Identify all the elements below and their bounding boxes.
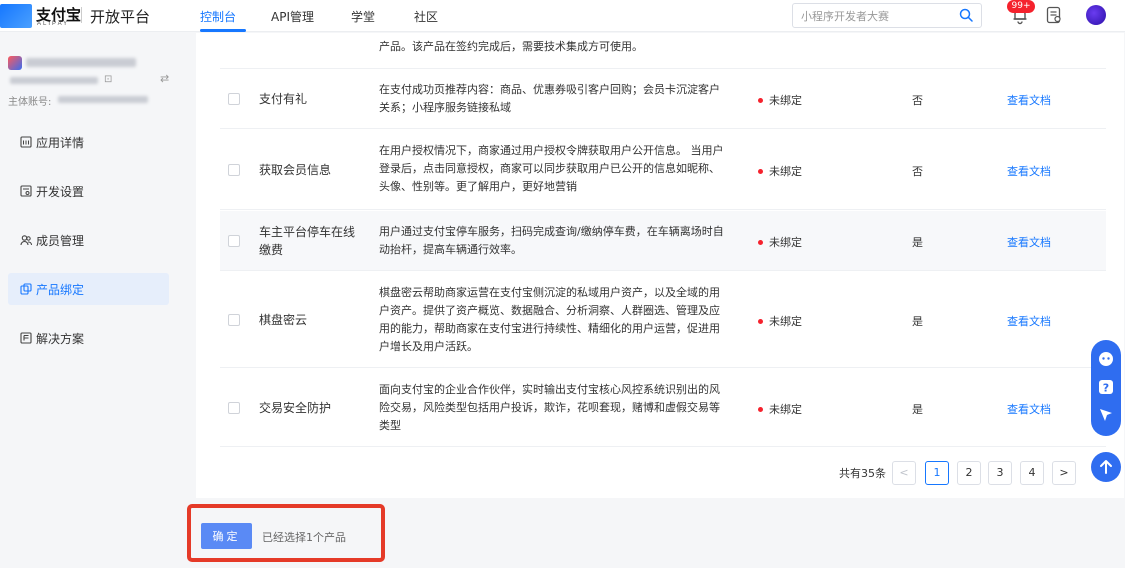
view-docs-link[interactable]: 查看文档 — [1007, 313, 1051, 329]
pagination-prev-button[interactable]: < — [892, 461, 916, 485]
feedback-icon[interactable] — [1097, 406, 1115, 424]
table-row: 获取会员信息 在用户授权情况下，商家通过用户授权令牌获取用户公开信息。 当用户登… — [220, 130, 1106, 210]
product-name: 支付有礼 — [259, 92, 308, 106]
top-bar: 支付宝 ALIPAY 开放平台 控制台 API管理 学堂 社区 99+ — [0, 0, 1125, 32]
row-checkbox[interactable] — [228, 314, 240, 326]
tab-academy[interactable]: 学堂 — [351, 8, 375, 25]
product-name: 车主平台停车在线 缴费 — [259, 225, 356, 257]
search-box[interactable] — [792, 3, 982, 28]
tab-console[interactable]: 控制台 — [200, 8, 236, 25]
svg-text:?: ? — [1103, 382, 1109, 395]
floating-help-bar: ? — [1091, 340, 1121, 436]
product-name: 交易安全防护 — [259, 401, 332, 415]
document-icon[interactable] — [1046, 6, 1062, 24]
back-to-top-button[interactable] — [1091, 452, 1121, 482]
bind-status: 未绑定 — [758, 234, 802, 250]
table-row: 车主平台停车在线 缴费 用户通过支付宝停车服务，扫码完成查询/缴纳停车费，在车辆离… — [220, 211, 1106, 271]
product-description: 用户通过支付宝停车服务，扫码完成查询/缴纳停车费，在车辆离场时自 动抬杆，提高车辆… — [379, 225, 724, 256]
product-description: 在支付成功页推荐内容：商品、优惠券吸引客户回购；会员卡沉淀客户 关系；小程序服务链… — [379, 83, 720, 114]
row-checkbox[interactable] — [228, 402, 240, 414]
brand-divider — [81, 7, 82, 23]
row-checkbox[interactable] — [228, 164, 240, 176]
app-name-redacted — [26, 58, 136, 67]
sidebar-item-product-bind[interactable]: 产品绑定 — [8, 273, 169, 305]
product-flag: 否 — [912, 165, 923, 178]
sidebar-item-solution[interactable]: 解决方案 — [8, 322, 169, 354]
sidebar-item-app-detail[interactable]: 应用详情 — [8, 126, 169, 158]
bind-status: 未绑定 — [758, 313, 802, 329]
product-bind-icon — [20, 283, 32, 295]
app-detail-icon — [20, 136, 32, 148]
product-description: 面向支付宝的企业合作伙伴，实时输出支付宝核心风控系统识别出的风 险交易，风险类型包… — [379, 383, 720, 432]
brand-subtitle: ALIPAY — [37, 21, 70, 27]
table-row: 棋盘密云 棋盘密云帮助商家运营在支付宝侧沉淀的私域用户资产，以及全域的用 户资产。… — [220, 272, 1106, 368]
status-dot-icon — [758, 97, 763, 103]
alipay-logo-icon[interactable] — [0, 4, 32, 28]
arrow-up-icon — [1100, 460, 1112, 474]
product-flag: 是 — [912, 403, 923, 416]
platform-title: 开放平台 — [90, 8, 151, 26]
search-input[interactable] — [801, 7, 951, 25]
account-redacted — [58, 96, 148, 103]
view-docs-link[interactable]: 查看文档 — [1007, 163, 1051, 179]
search-icon[interactable] — [959, 8, 973, 22]
pagination-total: 共有35条 — [839, 467, 886, 480]
help-icon[interactable]: ? — [1097, 378, 1115, 396]
product-name: 棋盘密云 — [259, 313, 308, 327]
product-description: 在用户授权情况下，商家通过用户授权令牌获取用户公开信息。 当用户 登录后，点击同意… — [379, 144, 724, 193]
user-avatar[interactable] — [1086, 5, 1106, 25]
bind-status: 未绑定 — [758, 163, 802, 179]
pagination-page-4[interactable]: 4 — [1020, 461, 1044, 485]
status-dot-icon — [758, 406, 763, 412]
pagination-page-3[interactable]: 3 — [988, 461, 1012, 485]
row-checkbox[interactable] — [228, 93, 240, 105]
status-dot-icon — [758, 168, 763, 174]
sidebar-item-members[interactable]: 成员管理 — [8, 224, 169, 256]
table-row: 支付有礼 在支付成功页推荐内容：商品、优惠券吸引客户回购；会员卡沉淀客户 关系；小… — [220, 69, 1106, 129]
product-flag: 否 — [912, 94, 923, 107]
sidebar-item-label: 开发设置 — [36, 185, 85, 199]
dev-settings-icon — [20, 185, 32, 197]
active-tab-indicator — [200, 29, 246, 32]
members-icon — [20, 235, 32, 246]
tab-api-management[interactable]: API管理 — [271, 8, 314, 25]
solution-icon — [20, 332, 32, 344]
bind-status: 未绑定 — [758, 92, 802, 108]
switch-app-icon[interactable]: ⇄ — [160, 72, 169, 85]
status-dot-icon — [758, 239, 763, 245]
product-description: 棋盘密云帮助商家运营在支付宝侧沉淀的私域用户资产，以及全域的用 户资产。提供了资产… — [379, 286, 720, 353]
bind-status: 未绑定 — [758, 401, 802, 417]
copy-icon[interactable]: ⊡ — [104, 74, 112, 85]
product-name: 获取会员信息 — [259, 163, 332, 177]
view-docs-link[interactable]: 查看文档 — [1007, 234, 1051, 250]
previous-row-description: 产品。该产品在签约完成后，需要技术集成方可使用。 — [379, 40, 643, 53]
table-row: 交易安全防护 面向支付宝的企业合作伙伴，实时输出支付宝核心风控系统识别出的风 险交… — [220, 369, 1106, 447]
row-checkbox[interactable] — [228, 235, 240, 247]
product-flag: 是 — [912, 315, 923, 328]
product-flag: 是 — [912, 236, 923, 249]
view-docs-link[interactable]: 查看文档 — [1007, 401, 1051, 417]
sidebar-item-label: 解决方案 — [36, 332, 85, 346]
status-dot-icon — [758, 318, 763, 324]
app-id-redacted — [10, 77, 98, 84]
account-label: 主体账号: — [8, 97, 52, 108]
annotation-highlight-box — [187, 504, 385, 562]
pagination-page-1[interactable]: 1 — [925, 461, 949, 485]
sidebar-item-label: 应用详情 — [36, 136, 85, 150]
pagination-next-button[interactable]: > — [1052, 461, 1076, 485]
view-docs-link[interactable]: 查看文档 — [1007, 92, 1051, 108]
sidebar-item-label: 成员管理 — [36, 234, 85, 248]
sidebar-item-label: 产品绑定 — [36, 283, 85, 297]
app-logo-icon — [8, 56, 22, 70]
tab-community[interactable]: 社区 — [414, 8, 438, 25]
chat-bot-icon[interactable] — [1097, 350, 1115, 368]
sidebar-item-dev-settings[interactable]: 开发设置 — [8, 175, 169, 207]
pagination-page-2[interactable]: 2 — [957, 461, 981, 485]
notification-badge: 99+ — [1007, 0, 1035, 13]
